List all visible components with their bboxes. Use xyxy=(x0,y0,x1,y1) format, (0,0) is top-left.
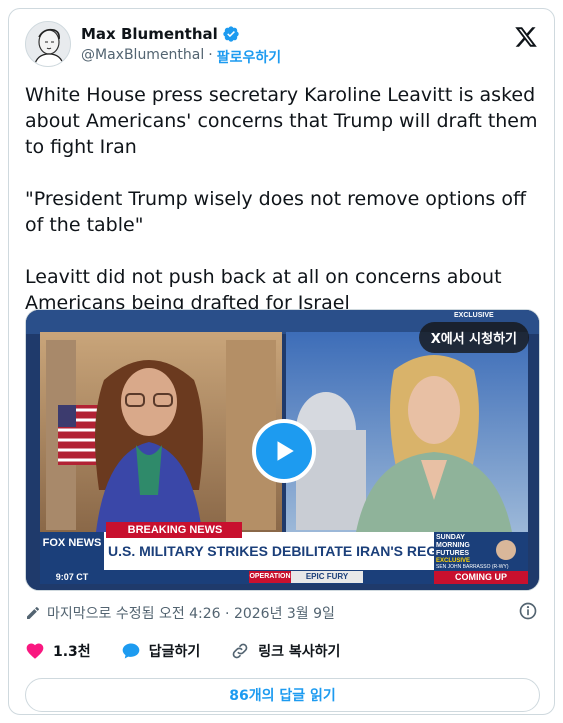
read-replies-button[interactable]: 86개의 답글 읽기 xyxy=(25,678,540,712)
heart-icon xyxy=(26,643,44,659)
follow-button[interactable]: 팔로우하기 xyxy=(217,47,281,67)
pencil-icon xyxy=(27,607,39,619)
author-handle-row: @MaxBlumenthal · 팔로우하기 xyxy=(81,47,281,67)
like-button[interactable]: 1.3천 xyxy=(25,641,91,661)
author-handle[interactable]: @MaxBlumenthal xyxy=(81,47,204,67)
broadcast-time: 9:07 CT xyxy=(55,572,89,582)
coming-up-guest: SEN JOHN BARRASSO (R-WY) xyxy=(436,564,509,570)
show-name: SUNDAY MORNING FUTURES xyxy=(436,534,470,557)
reply-label: 답글하기 xyxy=(148,644,201,660)
exclusive-tag: EXCLUSIVE xyxy=(454,312,494,319)
info-icon[interactable] xyxy=(518,601,538,621)
author-avatar[interactable] xyxy=(25,21,71,67)
news-headline: U.S. MILITARY STRIKES DEBILITATE IRAN'S … xyxy=(108,543,463,559)
copy-link-button[interactable]: 링크 복사하기 xyxy=(230,641,340,661)
tweet-card: Max Blumenthal @MaxBlumenthal · 팔로우하기 Wh… xyxy=(8,8,555,715)
coming-up-label: COMING UP xyxy=(454,572,507,582)
handle-separator: · xyxy=(208,47,213,63)
avatar-portrait xyxy=(26,22,70,66)
x-logo-icon[interactable] xyxy=(514,25,538,49)
link-icon xyxy=(232,643,248,659)
author-name-row: Max Blumenthal xyxy=(81,25,240,43)
tweet-header: Max Blumenthal @MaxBlumenthal · 팔로우하기 xyxy=(25,21,540,67)
tweet-actions: 1.3천 답글하기 링크 복사하기 xyxy=(25,641,370,661)
speech-bubble-icon xyxy=(122,643,140,659)
verified-badge-icon xyxy=(223,26,239,42)
video-media[interactable]: BREAKING NEWS U.S. MILITARY STRIKES DEBI… xyxy=(25,309,540,591)
play-icon xyxy=(277,441,294,461)
tweet-meta: 마지막으로 수정됨 오전 4:26 · 2026년 3월 9일 xyxy=(25,603,335,623)
tweet-text: White House press secretary Karoline Lea… xyxy=(25,84,538,314)
operation-name: EPIC FURY xyxy=(305,572,349,581)
like-count: 1.3천 xyxy=(53,644,91,660)
copy-link-label: 링크 복사하기 xyxy=(258,644,341,660)
author-name[interactable]: Max Blumenthal xyxy=(81,25,218,43)
watch-on-x-button[interactable]: X에서 시청하기 xyxy=(418,322,529,353)
edited-timestamp[interactable]: 마지막으로 수정됨 오전 4:26 · 2026년 3월 9일 xyxy=(47,603,335,623)
breaking-news-text: BREAKING NEWS xyxy=(127,524,223,536)
play-button[interactable] xyxy=(252,419,316,483)
network-logo: FOX NEWS xyxy=(42,537,102,549)
reply-button[interactable]: 답글하기 xyxy=(121,641,201,661)
operation-label: OPERATION xyxy=(249,573,291,580)
